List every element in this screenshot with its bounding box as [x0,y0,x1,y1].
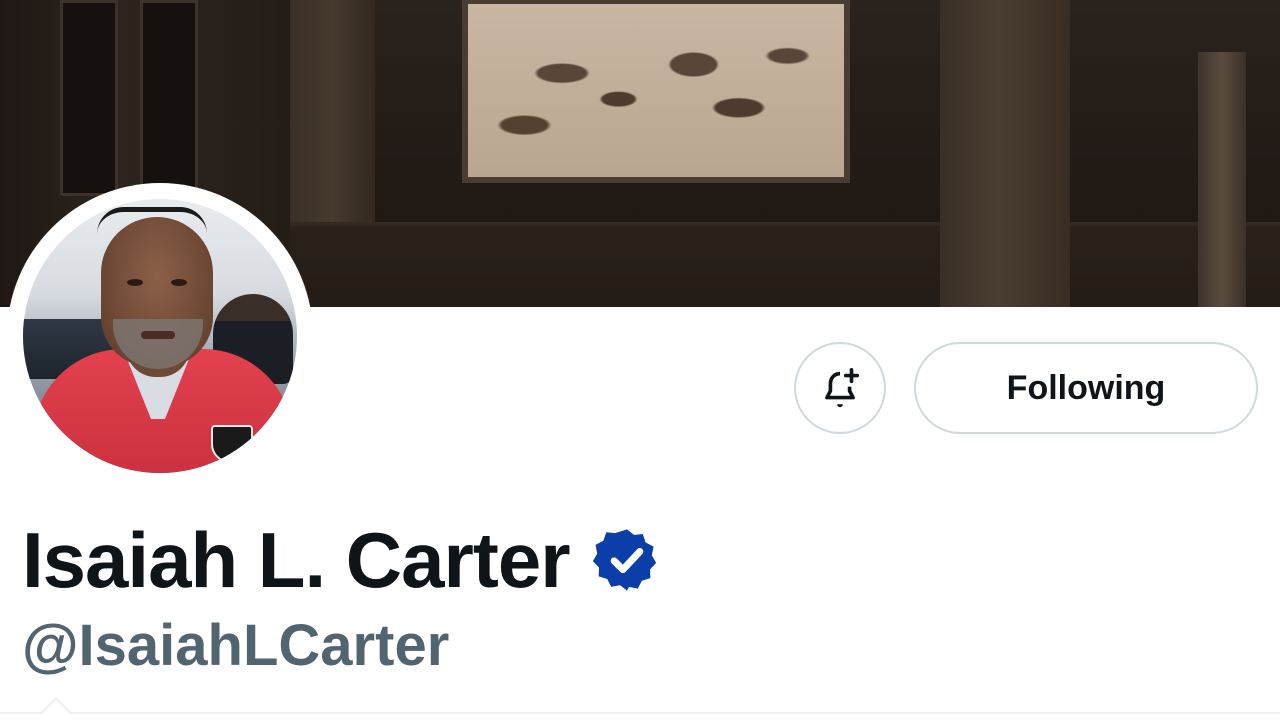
avatar-jacket-crest [211,425,253,463]
profile-handle: @IsaiahLCarter [22,613,450,678]
banner-map-art [468,4,844,177]
display-name: Isaiah L. Carter [22,516,571,604]
avatar-eye [171,279,187,286]
notifications-button[interactable] [794,342,886,434]
profile-name-row: Isaiah L. Carter [22,510,662,610]
banner-door-pane [140,0,198,196]
avatar-mouth [141,331,175,339]
profile-avatar[interactable] [7,183,313,489]
banner-framed-map [462,0,850,183]
profile-page: Following Isaiah L. Carter @IsaiahLCarte… [0,0,1280,720]
following-button[interactable]: Following [914,342,1258,434]
tab-indicator-caret-inner [42,700,70,714]
banner-door-pane [60,0,118,196]
avatar-photo [23,199,297,473]
tab-divider [0,712,1280,714]
banner-post [1198,52,1246,307]
avatar-eye [127,279,143,286]
avatar-sunglasses [97,207,207,234]
verified-badge-icon[interactable] [592,525,662,595]
banner-wall-panel [290,222,1280,307]
bell-plus-icon [825,367,860,408]
banner-pillar [940,0,1070,307]
